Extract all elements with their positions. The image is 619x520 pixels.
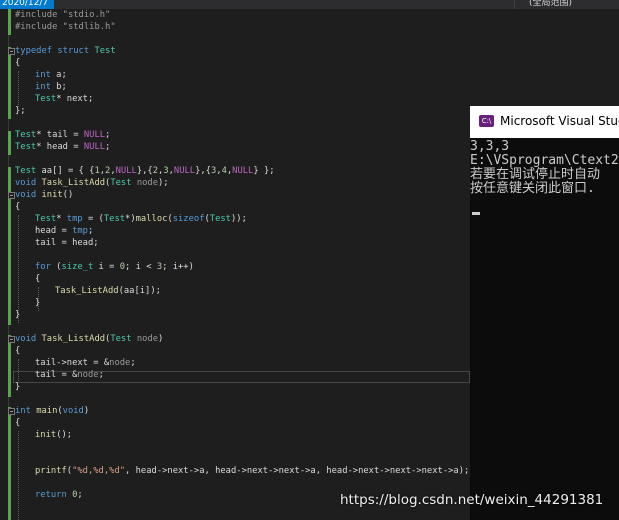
code-line: Test* tmp = (Test*)malloc(sizeof(Test)); [35,214,247,224]
code-line: void init() [15,190,74,200]
change-marker [8,407,11,520]
watermark: https://blog.csdn.net/weixin_44291381 [340,492,604,508]
change-marker [8,167,11,325]
scope-dropdown[interactable]: (全局范围) [514,0,619,9]
code-line: } [15,310,21,320]
code-line: }; [15,106,26,116]
console-cursor [472,212,480,215]
code-line: Task_ListAdd(aa[i]); [55,286,161,296]
change-marker [8,131,11,155]
console-output-line: 若要在调试停止时自动 [470,167,601,182]
code-line: head = tmp; [35,226,94,236]
code-line: { [15,346,21,356]
code-line: tail->next = &node; [35,358,136,368]
code-line: #include "stdio.h" [15,10,111,20]
indent-guide [18,431,19,520]
code-line: { [35,274,41,284]
code-line: } [15,382,21,392]
code-line: } [35,298,41,308]
change-marker [8,47,11,119]
console-output-line: 按任意键关闭此窗口. [470,181,595,196]
code-line: tail = head; [35,238,99,248]
debug-console-window[interactable]: C:\ Microsoft Visual Studio 3,3,3 E:\VSp… [470,106,619,520]
console-titlebar[interactable]: C:\ Microsoft Visual Studio [470,106,619,138]
code-line: { [15,202,21,212]
indent-guide [18,215,19,323]
console-title: Microsoft Visual Studio [500,114,619,128]
code-line: for (size_t i = 0; i < 3; i++) [35,262,194,272]
code-line: { [15,58,21,68]
code-line: void Task_ListAdd(Test node); [15,178,169,188]
visual-studio-console-icon: C:\ [479,115,494,127]
top-toolbar: 2020/12/7 (全局范围) [0,0,619,9]
indent-guide [18,71,19,107]
change-marker [8,335,11,397]
code-line: printf("%d,%d,%d", head->next->a, head->… [35,466,470,476]
code-editor[interactable]: #include "stdio.h" #include "stdlib.h" t… [0,9,470,520]
code-line: tail = &node; [35,370,104,380]
console-output-line: E:\VSprogram\Ctext2 [470,153,619,168]
fold-toggle-icon[interactable] [8,48,15,55]
change-marker [8,9,11,35]
console-output-line: 3,3,3 [470,139,510,154]
fold-toggle-icon[interactable] [8,192,15,199]
code-line: Test* tail = NULL; [15,130,111,140]
code-line: Test* head = NULL; [15,142,111,152]
code-line: int a; [35,70,67,80]
editor-gutter [0,9,15,520]
code-line: { [15,418,21,428]
code-line: init(); [35,430,73,440]
date-tab[interactable]: 2020/12/7 [0,0,55,9]
code-line: Test* next; [35,94,94,104]
code-line: void Task_ListAdd(Test node) [15,334,164,344]
code-line: int b; [35,82,67,92]
fold-toggle-icon[interactable] [8,408,15,415]
code-line: return 0; [35,490,83,500]
code-line: Test aa[] = { {1,2,NULL},{2,3,NULL},{3,4… [15,166,275,176]
code-line: int main(void) [15,406,90,416]
fold-toggle-icon[interactable] [8,336,15,343]
code-line: #include "stdlib.h" [15,22,116,32]
code-line: typedef struct Test [15,46,116,56]
